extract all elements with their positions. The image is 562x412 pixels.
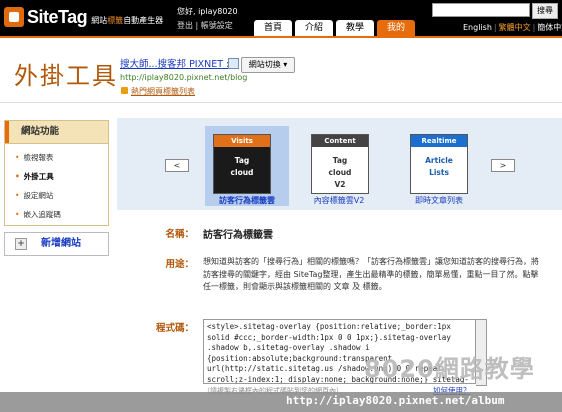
divider (0, 102, 562, 103)
tool-card-2[interactable]: Content Tag cloud V2 (311, 134, 369, 194)
search-input[interactable] (432, 3, 530, 17)
main-nav: 首頁 介紹 教學 我的 (254, 20, 418, 36)
sidebar-item-plugin-tools[interactable]: 外掛工具 (15, 171, 54, 182)
tool-card-thumbnail: Tag cloud (218, 151, 266, 191)
lang-english[interactable]: English (463, 23, 492, 32)
tool-card-caption[interactable]: 即時文章列表 (415, 195, 463, 206)
lang-traditional-chinese[interactable]: 繁體中文 (499, 23, 531, 32)
plus-icon: + (15, 238, 27, 250)
tab-mine[interactable]: 我的 (377, 20, 415, 36)
tab-home[interactable]: 首頁 (254, 20, 292, 36)
page-title: 外掛工具 (14, 62, 118, 90)
window-icon[interactable] (228, 58, 239, 69)
tool-card-caption[interactable]: 訪客行為標籤雲 (219, 195, 275, 206)
logo-text: SiteTag (27, 6, 88, 27)
tool-card-banner: Realtime (411, 135, 467, 147)
carousel-next-button[interactable]: > (491, 159, 515, 172)
search-button[interactable]: 搜尋 (532, 3, 558, 19)
user-greeting: 您好, iplay8020 (177, 7, 238, 16)
popular-tags-link[interactable]: 熱門網頁標籤列表 (131, 86, 195, 97)
account-links[interactable]: 登出 | 帳號設定 (177, 20, 233, 31)
tab-intro[interactable]: 介紹 (295, 20, 333, 36)
watermark-text: 8020網路教學 (364, 355, 535, 383)
tab-tutorial[interactable]: 教學 (336, 20, 374, 36)
site-switch-dropdown[interactable]: 網站切換 ▾ (241, 57, 295, 73)
tool-card-1[interactable]: Visits Tag cloud (213, 134, 271, 194)
name-label: 名稱： (165, 229, 194, 240)
add-site-button[interactable]: + 新增網站 (4, 232, 109, 256)
tool-card-caption[interactable]: 內容標籤雲V2 (314, 195, 365, 206)
watermark-url: http://iplay8020.pixnet.net/album (286, 394, 505, 407)
tool-card-3[interactable]: Realtime Article Lists (410, 134, 468, 194)
sidebar-item-reports[interactable]: 檢視報表 (15, 152, 53, 163)
code-label: 程式碼： (155, 323, 194, 334)
blog-url: http://iplay8020.pixnet.net/blog (120, 73, 248, 82)
lang-simplified-chinese[interactable]: 簡体中文 (537, 23, 562, 32)
tool-card-banner: Content (312, 135, 368, 147)
sidebar-menu: 檢視報表 外掛工具 設定網站 嵌入追蹤碼 (4, 143, 109, 226)
logo-icon (4, 7, 24, 27)
tool-name: 訪客行為標籤雲 (203, 230, 273, 241)
sitetag-logo[interactable]: SiteTag 網站標籤自動產生器 (4, 3, 163, 31)
tool-card-thumbnail: Tag cloud V2 (316, 151, 364, 191)
tool-card-thumbnail: Article Lists (415, 151, 463, 191)
usage-label: 用途： (165, 259, 194, 270)
language-switcher: English|繁體中文|簡体中文 (463, 22, 562, 33)
tool-card-banner: Visits (214, 135, 270, 147)
sidebar-item-tracking-code[interactable]: 嵌入追蹤碼 (15, 209, 61, 220)
tool-description: 想知道與訪客的「搜尋行為」相關的標籤嗎？「訪客行為標籤雲」讓您知道訪客的搜尋行為… (203, 257, 539, 291)
nav-underline (0, 36, 562, 38)
tag-icon (121, 87, 128, 94)
blog-name-link[interactable]: 搜大師...搜客邦 PIXNET :: (120, 56, 232, 70)
sidebar-item-site-settings[interactable]: 設定網站 (15, 190, 53, 201)
sidebar-heading: 網站功能 (4, 120, 109, 144)
logo-subtitle: 網站標籤自動產生器 (91, 15, 164, 25)
carousel-prev-button[interactable]: < (165, 159, 189, 172)
